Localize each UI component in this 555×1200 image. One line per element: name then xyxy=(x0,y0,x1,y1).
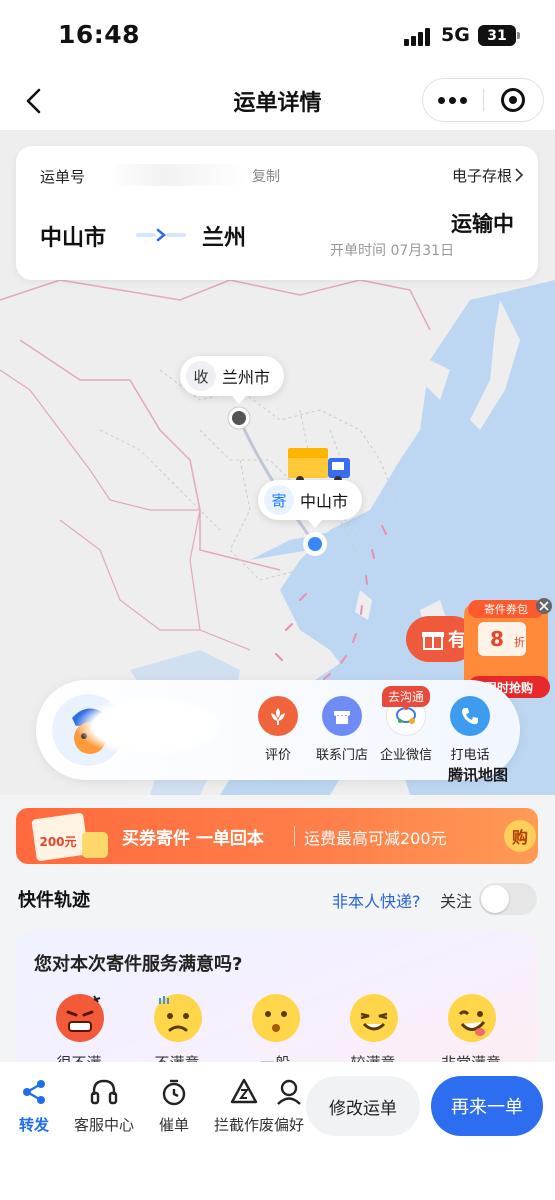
modify-order-button[interactable]: 修改运单 xyxy=(306,1076,420,1136)
receiver-city: 兰州市 xyxy=(222,368,271,387)
coupon-discount: 8 xyxy=(490,627,504,651)
tab-label: 拦截作废 xyxy=(213,1116,274,1134)
survey-question: 您对本次寄件服务满意吗? xyxy=(34,954,243,975)
tab-customer-service[interactable]: 客服中心 xyxy=(72,1076,136,1135)
timer-icon xyxy=(158,1076,190,1108)
to-city: 兰州 xyxy=(202,226,247,251)
tab-urge[interactable]: 催单 xyxy=(142,1076,206,1135)
chevron-left-icon xyxy=(26,88,41,114)
banner-subtext: 运费最高可减200元 xyxy=(304,829,447,848)
neutral-emoji[interactable] xyxy=(250,992,302,1044)
buy-button[interactable]: 购 xyxy=(504,820,536,852)
nav-bar: 运单详情 xyxy=(0,72,555,130)
reorder-button[interactable]: 再来一单 xyxy=(431,1076,543,1136)
back-button[interactable] xyxy=(18,84,52,118)
e-archive-link[interactable]: 电子存根 xyxy=(452,165,512,186)
target-icon xyxy=(501,88,526,112)
order-number-label: 运单号 xyxy=(40,168,86,186)
status-bar: 16:48 5G 31 xyxy=(0,0,555,72)
coupon-banner[interactable]: 200元 买券寄件 一单回本 运费最高可减200元 购 xyxy=(16,808,538,864)
close-miniprogram-button[interactable] xyxy=(484,79,544,121)
shipping-status: 运输中 xyxy=(451,212,514,236)
order-number-masked xyxy=(108,164,248,186)
coupon-tab-text: 有 xyxy=(448,629,466,651)
preference-icon xyxy=(274,1076,304,1108)
route-arrow-icon xyxy=(136,228,186,242)
unsatisfied-emoji[interactable] xyxy=(152,992,204,1044)
receive-badge: 收 xyxy=(186,361,216,391)
action-label: 评价 xyxy=(264,748,291,763)
tab-intercept[interactable]: 拦截作废 xyxy=(212,1076,276,1135)
satisfaction-survey: 您对本次寄件服务满意吗? 很不满 不满意 一般 较满意 非常满意 xyxy=(16,930,538,1080)
follow-label: 关注 xyxy=(440,892,473,911)
action-rate[interactable]: 评价 xyxy=(246,696,310,763)
more-button[interactable] xyxy=(423,79,483,121)
share-icon xyxy=(18,1076,50,1108)
from-city: 中山市 xyxy=(40,226,107,251)
action-contact-store[interactable]: 联系门店 xyxy=(310,696,374,763)
action-label: 联系门店 xyxy=(315,748,368,763)
receiver-city-tag: 收 兰州市 xyxy=(180,356,285,396)
bottom-action-bar: 转发 客服中心 催单 拦截作废 偏好 修改运单 再来一单 xyxy=(0,1062,555,1200)
tab-label: 转发 xyxy=(18,1116,49,1134)
tab-label: 客服中心 xyxy=(73,1116,134,1134)
action-wecom[interactable]: 企业微信 去沟通 xyxy=(374,686,438,763)
sender-city-tag: 寄 中山市 xyxy=(258,480,363,520)
status-time: 16:48 xyxy=(58,20,141,49)
satisfied-emoji[interactable] xyxy=(348,992,400,1044)
store-icon xyxy=(322,696,362,736)
battery-icon: 31 xyxy=(478,25,520,46)
action-label: 企业微信 xyxy=(379,748,432,763)
headset-icon xyxy=(88,1076,120,1108)
order-card: 运单号 复制 电子存根 中山市 兰州 运输中 开单时间 07月31日 xyxy=(16,146,538,280)
coupon-title: 寄件券包 xyxy=(484,602,528,616)
tab-share[interactable]: 转发 xyxy=(2,1076,66,1135)
follow-toggle[interactable] xyxy=(479,883,537,915)
intercept-icon xyxy=(228,1076,260,1108)
action-call[interactable]: 打电话 xyxy=(438,696,502,763)
not-my-package-link[interactable]: 非本人快递? xyxy=(332,888,421,912)
tracking-label: 快件轨迹 xyxy=(18,890,90,911)
miniprogram-capsule xyxy=(422,78,544,122)
coupon-discount-unit: 折 xyxy=(514,635,525,649)
signal-icon xyxy=(404,28,434,46)
flower-icon xyxy=(258,696,298,736)
tab-label: 偏好 xyxy=(274,1116,304,1134)
map-provider-logo: 腾讯地图 xyxy=(448,766,509,784)
action-label: 打电话 xyxy=(450,748,490,763)
phone-icon xyxy=(450,696,490,736)
tab-preference[interactable]: 偏好 xyxy=(274,1076,304,1135)
banner-coupon-value: 200元 xyxy=(39,835,76,849)
chevron-right-icon xyxy=(515,168,524,182)
very-satisfied-emoji[interactable] xyxy=(446,992,498,1044)
send-badge: 寄 xyxy=(264,485,294,515)
wecom-badge: 去沟通 xyxy=(382,686,431,707)
tracking-row: 快件轨迹 非本人快递? 关注 xyxy=(0,872,555,926)
very-unsatisfied-emoji[interactable] xyxy=(54,992,106,1044)
banner-text: 买券寄件 一单回本 xyxy=(122,829,264,849)
tab-label: 催单 xyxy=(158,1116,189,1134)
sender-city: 中山市 xyxy=(300,492,349,511)
copy-button[interactable]: 复制 xyxy=(252,166,280,186)
network-type: 5G xyxy=(441,24,470,46)
open-time: 开单时间 07月31日 xyxy=(330,243,455,259)
